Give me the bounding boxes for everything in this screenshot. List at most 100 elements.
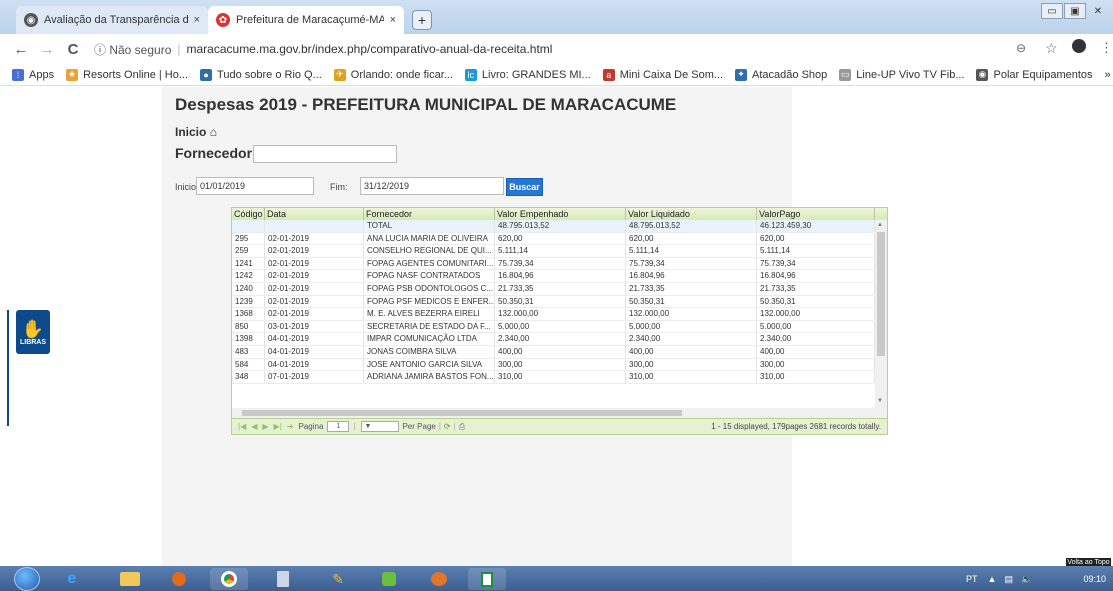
- libras-button[interactable]: ✋ LIBRAS: [16, 310, 50, 354]
- column-header[interactable]: Valor Empenhado: [495, 208, 626, 220]
- close-window-button[interactable]: ✕: [1087, 3, 1109, 19]
- bookmark-item[interactable]: lc Livro: GRANDES MI...: [464, 68, 591, 81]
- cell-fornecedor: ANA LUCIA MARIA DE OLIVEIRA: [364, 232, 495, 245]
- table-row[interactable]: 850 03-01-2019 SECRETARIA DE ESTADO DA F..…: [232, 320, 875, 334]
- url-text[interactable]: maracacume.ma.gov.br/index.php/comparati…: [187, 42, 553, 56]
- scroll-thumb[interactable]: [877, 232, 885, 356]
- table-row[interactable]: 295 02-01-2019 ANA LUCIA MARIA DE OLIVEIRA…: [232, 232, 875, 246]
- language-indicator[interactable]: PT: [966, 574, 978, 584]
- table-row[interactable]: 1240 02-01-2019 FOPAG PSB ODONTOLOGOS C...…: [232, 282, 875, 296]
- scroll-thumb[interactable]: [242, 410, 682, 416]
- volume-icon[interactable]: 🔈: [1021, 574, 1032, 585]
- bookmark-item[interactable]: ● Tudo sobre o Rio Q...: [200, 68, 322, 81]
- spreadsheet-icon[interactable]: [468, 568, 506, 590]
- new-tab-button[interactable]: +: [412, 10, 432, 30]
- forward-button[interactable]: →: [36, 38, 58, 60]
- app-icon[interactable]: [370, 568, 408, 590]
- star-icon[interactable]: ☆: [1045, 40, 1058, 57]
- app-icon[interactable]: [420, 568, 458, 590]
- horizontal-scrollbar[interactable]: [232, 408, 887, 418]
- per-page-select[interactable]: ▼: [361, 421, 400, 432]
- buscar-button[interactable]: Buscar: [506, 178, 543, 196]
- maximize-button[interactable]: ▣: [1064, 3, 1086, 19]
- table-row[interactable]: 584 04-01-2019 JOSE ANTONIO GARCIA SILVA 30…: [232, 358, 875, 372]
- tab-avaliacao[interactable]: ◉ Avaliação da Transparência dos ×: [16, 6, 208, 34]
- cell-liquidado: 300,00: [626, 358, 757, 371]
- vertical-scrollbar[interactable]: ▲ ▼: [875, 220, 887, 408]
- fornecedor-input[interactable]: [253, 145, 397, 163]
- inicio-date-input[interactable]: [196, 177, 314, 195]
- column-header[interactable]: Data: [265, 208, 364, 220]
- table-row[interactable]: 1242 02-01-2019 FOPAG NASF CONTRATADOS 16.8…: [232, 270, 875, 283]
- cell-liquidado: 50.350,31: [626, 295, 757, 308]
- cell-data: 03-01-2019: [265, 320, 364, 333]
- breadcrumb-label[interactable]: Inicio: [175, 125, 206, 139]
- bookmarks-more-button[interactable]: »: [1105, 69, 1111, 81]
- total-row[interactable]: TOTAL 48.795.013,52 48.795.013,52 46.123.45…: [232, 220, 875, 233]
- close-tab-button[interactable]: ×: [390, 14, 396, 26]
- bookmark-item[interactable]: ✈ Orlando: onde ficar...: [333, 68, 453, 81]
- fim-date-input[interactable]: [360, 177, 504, 195]
- cell-pago: 400,00: [757, 345, 875, 358]
- chrome-icon[interactable]: [210, 568, 248, 590]
- paint-icon[interactable]: ✎: [319, 568, 357, 590]
- breadcrumb-inicio[interactable]: Inicio ⌂: [175, 125, 217, 139]
- ie-icon[interactable]: e: [53, 568, 91, 590]
- bookmark-item[interactable]: a Mini Caixa De Som...: [602, 68, 723, 81]
- minimize-button[interactable]: ▭: [1041, 3, 1063, 19]
- bookmark-item[interactable]: ✦ Atacadão Shop: [735, 68, 827, 81]
- back-button[interactable]: ←: [10, 38, 32, 60]
- first-page-icon[interactable]: |◀: [238, 422, 246, 431]
- table-row[interactable]: 1241 02-01-2019 FOPAG AGENTES COMUNITARI..…: [232, 257, 875, 271]
- scroll-up-icon[interactable]: ▲: [877, 222, 883, 228]
- last-page-icon[interactable]: ▶|: [274, 422, 282, 431]
- column-header[interactable]: Fornecedor: [364, 208, 495, 220]
- tray-arrow-icon[interactable]: ▲: [988, 574, 997, 584]
- media-player-icon[interactable]: [160, 568, 198, 590]
- print-icon[interactable]: ⎙: [459, 422, 465, 432]
- cell-codigo: 1240: [232, 282, 265, 295]
- table-row[interactable]: 259 02-01-2019 CONSELHO REGIONAL DE QUI...…: [232, 245, 875, 258]
- column-header[interactable]: ValorPago: [757, 208, 875, 220]
- bookmark-item[interactable]: ⁞ Apps: [12, 68, 54, 81]
- calculator-icon[interactable]: [264, 568, 302, 590]
- table-row[interactable]: 1239 02-01-2019 FOPAG PSF MEDICOS E ENFER.…: [232, 295, 875, 309]
- cell-empenhado: 300,00: [495, 358, 626, 371]
- close-tab-button[interactable]: ×: [194, 14, 200, 26]
- table-row[interactable]: 483 04-01-2019 JONAS COIMBRA SILVA 400,00 40…: [232, 345, 875, 359]
- page-number-input[interactable]: 1: [327, 421, 350, 432]
- next-page-icon[interactable]: ▶: [262, 422, 268, 431]
- go-page-icon[interactable]: ➔: [287, 422, 294, 431]
- column-header[interactable]: Valor Liquidado: [626, 208, 757, 220]
- cell-data: 04-01-2019: [265, 358, 364, 371]
- bookmark-item[interactable]: ◉ Polar Equipamentos: [976, 68, 1093, 81]
- prev-page-icon[interactable]: ◀: [251, 422, 257, 431]
- start-button[interactable]: [14, 567, 40, 591]
- separator: |: [177, 42, 181, 56]
- separator: |: [438, 422, 441, 431]
- refresh-icon[interactable]: ⟳: [444, 422, 451, 431]
- cell-data: 04-01-2019: [265, 345, 364, 358]
- reload-button[interactable]: C: [62, 38, 84, 60]
- address-bar[interactable]: ⓘ Não seguro | maracacume.ma.gov.br/inde…: [94, 38, 1094, 60]
- tab-prefeitura[interactable]: ✿ Prefeitura de Maracaçumé-MA - ×: [208, 6, 404, 34]
- security-indicator[interactable]: ⓘ Não seguro: [94, 41, 171, 58]
- column-header[interactable]: Código: [232, 208, 265, 220]
- bookmark-item[interactable]: ▭ Line-UP Vivo TV Fib...: [839, 68, 964, 81]
- table-row[interactable]: 348 07-01-2019 ADRIANA JAMIRA BASTOS FON..…: [232, 371, 875, 384]
- cell-liquidado: 2.340,00: [626, 333, 757, 345]
- libras-label: LIBRAS: [19, 338, 47, 346]
- bookmark-label: Tudo sobre o Rio Q...: [217, 68, 322, 81]
- menu-icon[interactable]: ⋮: [1100, 40, 1113, 56]
- scroll-down-icon[interactable]: ▼: [877, 398, 883, 404]
- zoom-icon[interactable]: ⊖: [1016, 41, 1026, 55]
- table-row[interactable]: 1368 02-01-2019 M. E. ALVES BEZERRA EIRELI…: [232, 308, 875, 321]
- network-icon[interactable]: ▤: [1004, 574, 1013, 585]
- account-icon[interactable]: [1072, 39, 1086, 53]
- cell-empenhado: 400,00: [495, 345, 626, 358]
- bookmark-item[interactable]: ★ Resorts Online | Ho...: [66, 68, 188, 81]
- folder-icon[interactable]: [111, 568, 149, 590]
- clock[interactable]: 09:10: [1083, 574, 1106, 584]
- table-row[interactable]: 1398 04-01-2019 IMPAR COMUNICAÇÃO LTDA 2.34…: [232, 333, 875, 346]
- cell-data: [265, 220, 364, 232]
